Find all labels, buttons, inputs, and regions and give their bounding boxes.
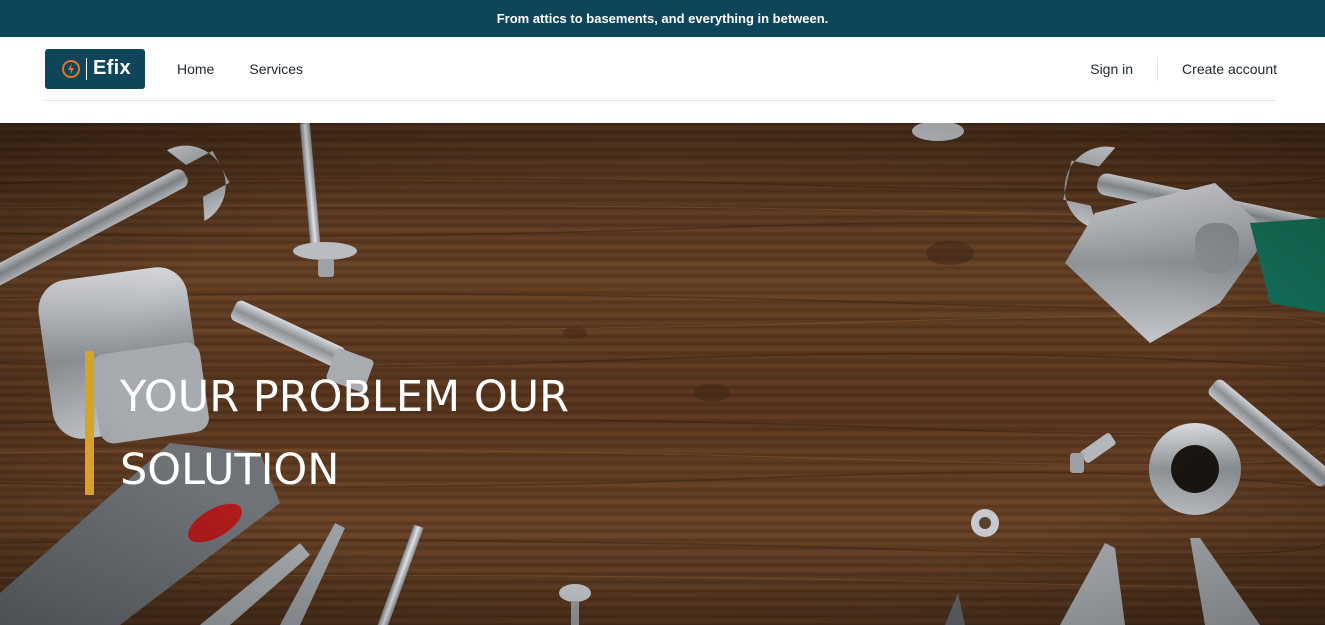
sign-in-link[interactable]: Sign in	[1090, 61, 1133, 77]
logo-divider	[86, 57, 87, 80]
account-divider	[1157, 56, 1159, 81]
announcement-text: From attics to basements, and everything…	[496, 11, 829, 26]
logo[interactable]: Efix	[45, 48, 145, 89]
main-nav: Home Services	[177, 61, 338, 77]
create-account-link[interactable]: Create account	[1182, 61, 1277, 77]
site-header: Efix Home Services Sign in Create accoun…	[0, 37, 1325, 123]
hero-headline: YOUR PROBLEM OUR SOLUTION	[85, 351, 640, 495]
lightning-bolt-icon	[62, 59, 80, 78]
hero-banner: YOUR PROBLEM OUR SOLUTION	[0, 123, 1325, 625]
hero-headline-text: YOUR PROBLEM OUR SOLUTION	[120, 372, 570, 495]
nav-services[interactable]: Services	[249, 61, 303, 77]
account-links: Sign in Create account	[1090, 56, 1277, 81]
nav-home[interactable]: Home	[177, 61, 214, 77]
header-inner: Efix Home Services Sign in Create accoun…	[45, 37, 1277, 101]
announcement-bar: From attics to basements, and everything…	[0, 0, 1325, 37]
logo-text: Efix	[93, 57, 131, 79]
